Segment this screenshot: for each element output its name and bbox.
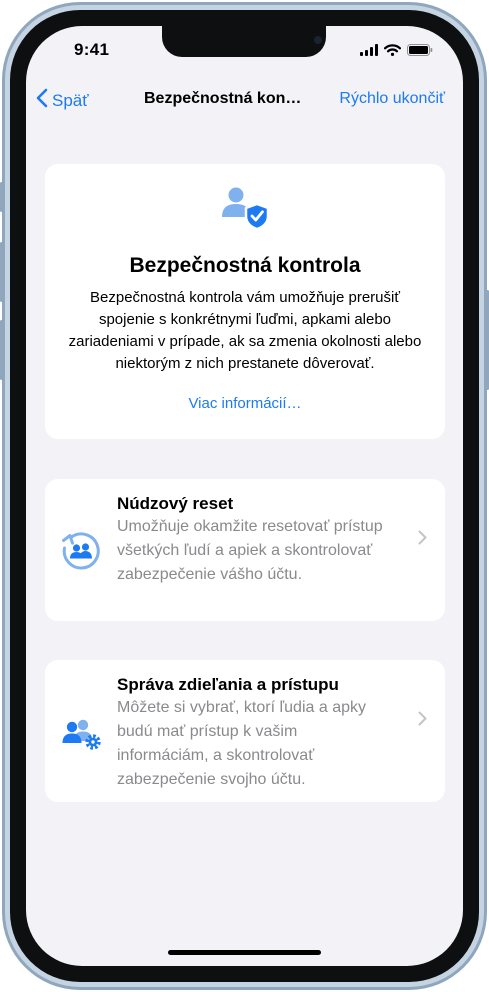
back-button[interactable]: Späť [36,88,89,113]
back-label: Späť [52,90,89,110]
status-bar: 9:41 [26,40,463,64]
hero-title: Bezpečnostná kontrola [129,254,361,277]
sharing-access-description: Môžete si vybrať, ktorí ľudia a apky bud… [117,699,366,788]
emergency-reset-icon [61,531,101,576]
quick-exit-button[interactable]: Rýchlo ukončiť [339,90,445,108]
cellular-signal-icon [360,43,378,61]
navigation-bar: Späť Bezpečnostná kon… Rýchlo ukončiť [26,88,463,114]
emergency-reset-title: Núdzový reset [117,494,234,513]
volume-down-button [0,320,3,380]
silent-switch [0,182,3,212]
safety-check-intro-card: Bezpečnostná kontrola Bezpečnostná kontr… [45,164,445,439]
chevron-left-icon [36,88,48,113]
emergency-reset-option[interactable]: Núdzový reset Umožňuje okamžite resetova… [45,479,445,621]
learn-more-link[interactable]: Viac informácií… [45,395,445,412]
volume-up-button [0,242,3,302]
chevron-right-icon [418,530,427,550]
page-title: Bezpečnostná kon… [144,90,302,107]
sharing-access-option[interactable]: Správa zdieľania a prístupu Môžete si vy… [45,660,445,802]
sharing-access-title: Správa zdieľania a prístupu [117,675,339,694]
screen: 9:41 Späť Bezpečnostná kon… Rýchlo ukonč… [26,26,463,966]
chevron-right-icon [418,711,427,731]
person-shield-icon [220,183,270,238]
hero-description: Bezpečnostná kontrola vám umožňuje preru… [68,289,422,372]
status-time: 9:41 [74,40,110,59]
wifi-icon [383,43,402,61]
home-indicator[interactable] [168,950,321,955]
emergency-reset-description: Umožňuje okamžite resetovať prístup všet… [117,518,383,583]
people-gear-icon [61,716,105,757]
battery-icon [407,43,433,61]
